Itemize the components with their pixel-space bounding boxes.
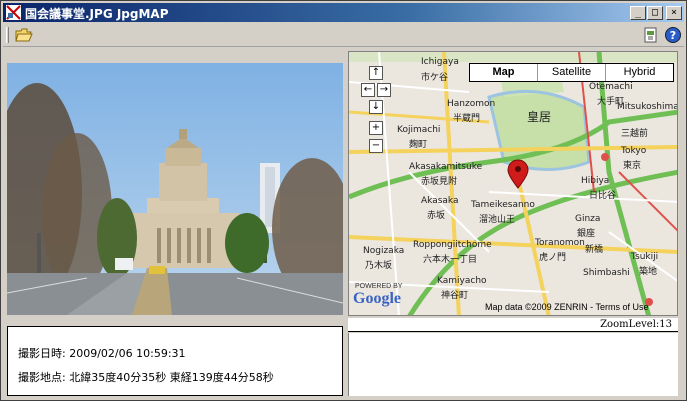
map-label-tsukiji: Tsukiji bbox=[631, 252, 659, 262]
map-label-kamiyacho: Kamiyacho bbox=[437, 276, 487, 286]
map-label-nogizaka: Nogizaka bbox=[363, 246, 405, 256]
map-label-shimbashi: Shimbashi bbox=[583, 268, 630, 278]
map-label-ichigaya: Ichigaya bbox=[421, 57, 459, 67]
map-label-tsukiji-jp: 築地 bbox=[639, 267, 658, 277]
datetime-label: 撮影日時: bbox=[18, 347, 66, 360]
toolbar: ? bbox=[3, 23, 684, 47]
map-label-tameike: Tameikesanno bbox=[471, 200, 535, 210]
photo-view bbox=[7, 63, 343, 315]
map-label-hanzomon-jp: 半蔵門 bbox=[453, 114, 481, 124]
title-bar[interactable]: 国会議事堂.JPG JpgMAP _ □ × bbox=[3, 3, 684, 22]
toolbar-grip[interactable] bbox=[6, 27, 9, 43]
location-label: 撮影地点: bbox=[18, 371, 66, 384]
svg-text:?: ? bbox=[670, 29, 676, 42]
map-label-kamiyacho-jp: 神谷町 bbox=[441, 291, 469, 301]
datetime-row: 撮影日時: 2009/02/06 10:59:31 bbox=[18, 345, 186, 361]
pan-right-button[interactable]: → bbox=[377, 83, 391, 97]
map-label-ginza: Ginza bbox=[575, 214, 601, 224]
map-label-kojimachi: Kojimachi bbox=[397, 125, 441, 135]
export-icon[interactable] bbox=[642, 26, 660, 44]
map-label-shimbashi-jp: 新橋 bbox=[585, 245, 604, 255]
map-label-toranomon-jp: 虎ノ門 bbox=[539, 253, 567, 263]
map-label-kojimachi-jp: 麹町 bbox=[409, 140, 428, 150]
location-row: 撮影地点: 北緯35度40分35秒 東経139度44分58秒 bbox=[18, 369, 274, 385]
maximize-button[interactable]: □ bbox=[647, 6, 663, 20]
map-label-tokyo-jp: 東京 bbox=[623, 161, 642, 171]
map-type-map-button[interactable]: Map bbox=[470, 64, 538, 81]
photo-info-panel: 撮影日時: 2009/02/06 10:59:31 撮影地点: 北緯35度40分… bbox=[7, 326, 343, 396]
map-label-toranomon: Toranomon bbox=[535, 238, 585, 248]
map-label-palace: 皇居 bbox=[527, 110, 552, 124]
map-label-otemachi: Otemachi bbox=[589, 82, 633, 92]
map-type-satellite-button[interactable]: Satellite bbox=[538, 64, 606, 81]
map-view[interactable]: Ichigaya 市ケ谷 Hanzomon 半蔵門 皇居 Kojimachi 麹… bbox=[348, 51, 678, 316]
zoom-in-button[interactable]: + bbox=[369, 121, 383, 135]
map-label-akasakamitsuke-jp: 赤坂見附 bbox=[421, 177, 458, 187]
window-title: 国会議事堂.JPG JpgMAP bbox=[25, 7, 169, 21]
diet-building-photo bbox=[7, 63, 343, 315]
pan-left-button[interactable]: ← bbox=[361, 83, 375, 97]
map-label-akasaka: Akasaka bbox=[421, 196, 459, 206]
app-window: 国会議事堂.JPG JpgMAP _ □ × ? 撮影日時: 2009/02/0… bbox=[0, 0, 687, 401]
google-logo[interactable]: Google bbox=[353, 290, 401, 308]
app-icon bbox=[6, 5, 21, 20]
map-label-tokyo: Tokyo bbox=[621, 146, 647, 156]
map-label-mitsukoshimae-jp: 三越前 bbox=[621, 129, 649, 139]
datetime-value: 2009/02/06 10:59:31 bbox=[69, 347, 186, 360]
map-credit[interactable]: Map data ©2009 ZENRIN - Terms of Use bbox=[485, 302, 649, 312]
map-label-hibiya: Hibiya bbox=[581, 176, 610, 186]
pan-up-button[interactable]: ↑ bbox=[369, 66, 383, 80]
map-label-roppongi: Roppongiitchome bbox=[413, 240, 492, 250]
map-label-hibiya-jp: 日比谷 bbox=[589, 191, 617, 201]
map-label-ichigaya-jp: 市ケ谷 bbox=[421, 73, 449, 83]
map-label-nogizaka-jp: 乃木坂 bbox=[365, 261, 393, 271]
zoom-status-bar: ZoomLevel:13 bbox=[348, 318, 678, 332]
location-value: 北緯35度40分35秒 東経139度44分58秒 bbox=[69, 371, 274, 384]
map-type-hybrid-button[interactable]: Hybrid bbox=[606, 64, 673, 81]
powered-by-label: POWERED BY bbox=[355, 283, 403, 290]
close-button[interactable]: × bbox=[666, 6, 682, 20]
minimize-button[interactable]: _ bbox=[630, 6, 646, 20]
open-folder-icon[interactable] bbox=[15, 26, 33, 44]
zoom-out-button[interactable]: − bbox=[369, 139, 383, 153]
pan-down-button[interactable]: ↓ bbox=[369, 100, 383, 114]
map-label-akasakamitsuke: Akasakamitsuke bbox=[409, 162, 483, 172]
empty-panel bbox=[348, 333, 678, 396]
map-label-mitsukoshimae: Mitsukoshimae bbox=[617, 102, 678, 112]
map-label-hanzomon: Hanzomon bbox=[447, 99, 496, 109]
map-label-roppongi-jp: 六本木一丁目 bbox=[423, 255, 478, 265]
zoom-level-label: ZoomLevel:13 bbox=[600, 319, 672, 330]
map-type-selector: Map Satellite Hybrid bbox=[469, 63, 674, 82]
map-label-ginza-jp: 銀座 bbox=[577, 229, 596, 239]
help-icon[interactable]: ? bbox=[664, 26, 682, 44]
map-label-akasaka-jp: 赤坂 bbox=[427, 211, 446, 221]
map-label-tameike-jp: 溜池山王 bbox=[479, 215, 516, 225]
